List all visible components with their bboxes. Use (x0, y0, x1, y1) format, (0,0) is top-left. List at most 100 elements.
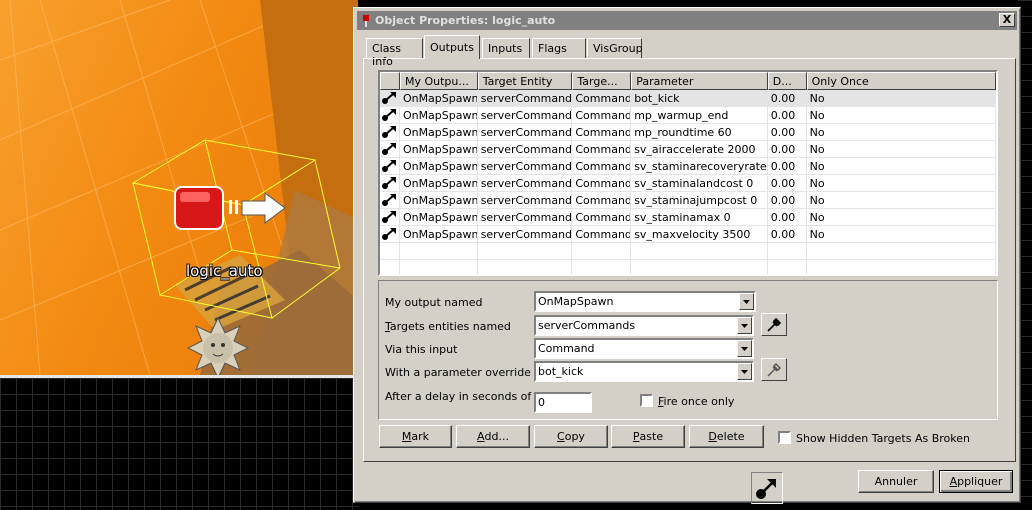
row-parameter: sv_airaccelerate 2000 (631, 141, 768, 157)
row-icon (380, 124, 400, 140)
row-icon (380, 107, 400, 123)
targets-label: Targets entities named (385, 320, 511, 333)
input-label: Via this input (385, 343, 458, 356)
tab-outputs[interactable]: Outputs (424, 35, 480, 59)
fire-once-checkbox[interactable] (640, 394, 653, 407)
row-icon (380, 192, 400, 208)
row-input: Command (572, 141, 632, 157)
table-row[interactable]: OnMapSpawn serverCommands Command sv_stamin… (380, 158, 996, 175)
mark-accel: M (401, 430, 412, 443)
paste-button[interactable]: Paste (611, 425, 685, 448)
output-arrow-icon (382, 109, 396, 121)
table-row[interactable]: OnMapSpawn serverCommands Command sv_stamin… (380, 209, 996, 226)
close-button[interactable]: X (999, 13, 1015, 27)
delay-input[interactable]: 0 (534, 392, 592, 413)
row-delay: 0.00 (768, 141, 807, 157)
empty-cell (478, 243, 573, 259)
show-hidden-label: Show Hidden Targets As Broken (796, 432, 970, 445)
row-once: No (807, 141, 996, 157)
chevron-down-icon[interactable] (739, 293, 754, 310)
2d-grid-view[interactable] (0, 378, 358, 510)
targets-combo[interactable]: serverCommands (534, 315, 754, 336)
output-combo[interactable]: OnMapSpawn (534, 291, 756, 312)
cancel-button[interactable]: Annuler (858, 470, 934, 493)
list-rows: OnMapSpawn serverCommands Command bot_kick 0… (380, 90, 996, 274)
column-header-target-entity[interactable]: Target Entity (477, 72, 573, 90)
tab-visgroup[interactable]: VisGroup (587, 38, 643, 58)
paste-accel: P (632, 430, 640, 443)
apply-accel: A (949, 475, 958, 488)
mark-button[interactable]: Mark (379, 425, 452, 448)
table-row[interactable]: OnMapSpawn serverCommands Command sv_maxvel… (380, 226, 996, 243)
row-icon (380, 141, 400, 157)
output-arrow-icon (382, 143, 396, 155)
row-once: No (807, 107, 996, 123)
row-once: No (807, 90, 996, 106)
list-header: My Outpu... Target Entity Targe... Param… (380, 72, 996, 90)
delay-label: After a delay in seconds of (385, 390, 532, 403)
chevron-down-icon[interactable] (737, 363, 752, 380)
row-icon (380, 158, 400, 174)
row-input: Command (572, 158, 632, 174)
empty-cell (380, 243, 400, 259)
entity-picker-button[interactable] (761, 313, 787, 336)
table-row[interactable]: OnMapSpawn serverCommands Command bot_kick 0… (380, 90, 996, 107)
column-header-only-once[interactable]: Only Once (806, 72, 996, 90)
copy-accel: C (557, 430, 565, 443)
row-input: Command (572, 90, 632, 106)
table-row[interactable]: OnMapSpawn serverCommands Command sv_stamin… (380, 192, 996, 209)
row-icon (380, 175, 400, 191)
output-arrow-icon (382, 126, 396, 138)
output-arrow-icon (756, 479, 776, 499)
row-target: serverCommands (478, 90, 573, 106)
empty-cell (631, 260, 768, 274)
row-parameter: sv_staminarecoveryrate 0 (631, 158, 768, 174)
column-header-parameter[interactable]: Parameter (631, 72, 768, 90)
column-header-icon[interactable] (380, 72, 400, 90)
chevron-down-icon[interactable] (737, 317, 752, 334)
row-target: serverCommands (478, 226, 573, 242)
table-row[interactable]: OnMapSpawn serverCommands Command sv_stamin… (380, 175, 996, 192)
column-header-delay[interactable]: D... (767, 72, 807, 90)
empty-cell (807, 260, 996, 274)
object-properties-dialog: Object Properties: logic_auto X Class In… (353, 7, 1021, 504)
show-hidden-checkbox[interactable] (778, 431, 791, 444)
chevron-down-icon[interactable] (737, 340, 752, 357)
copy-button[interactable]: Copy (534, 425, 608, 448)
table-row[interactable]: OnMapSpawn serverCommands Command mp_warmup… (380, 107, 996, 124)
row-parameter: sv_staminamax 0 (631, 209, 768, 225)
empty-cell (768, 243, 807, 259)
column-header-target-input[interactable]: Targe... (572, 72, 632, 90)
row-target: serverCommands (478, 192, 573, 208)
tab-class-info[interactable]: Class Info (366, 38, 423, 68)
outputs-list[interactable]: My Outpu... Target Entity Targe... Param… (378, 70, 998, 276)
empty-cell (631, 243, 768, 259)
row-delay: 0.00 (768, 124, 807, 140)
tab-flags[interactable]: Flags (532, 38, 586, 58)
add-button[interactable]: Add... (456, 425, 530, 448)
empty-cell (807, 243, 996, 259)
row-parameter: bot_kick (631, 90, 768, 106)
row-once: No (807, 158, 996, 174)
eyedropper-icon (767, 362, 781, 376)
table-row[interactable]: OnMapSpawn serverCommands Command sv_airacc… (380, 141, 996, 158)
row-once: No (807, 175, 996, 191)
delete-button[interactable]: Delete (689, 425, 764, 448)
input-combo[interactable]: Command (534, 338, 754, 359)
tab-inputs[interactable]: Inputs (482, 38, 530, 58)
column-header-my-output[interactable]: My Outpu... (399, 72, 478, 90)
title-bar[interactable]: Object Properties: logic_auto X (357, 11, 1017, 30)
output-arrow-icon (382, 160, 396, 172)
param-picker-button[interactable] (761, 358, 787, 381)
row-target: serverCommands (478, 107, 573, 123)
apply-button[interactable]: Appliquer (939, 470, 1013, 493)
output-label: My output named (385, 296, 483, 309)
table-row[interactable]: OnMapSpawn serverCommands Command mp_roundt… (380, 124, 996, 141)
row-icon (380, 90, 400, 106)
mark-text: ark (411, 430, 430, 443)
param-combo[interactable]: bot_kick (534, 361, 754, 382)
output-arrow-icon (382, 211, 396, 223)
row-target: serverCommands (478, 124, 573, 140)
3d-view[interactable]: logic_auto (0, 0, 358, 375)
row-target: serverCommands (478, 209, 573, 225)
